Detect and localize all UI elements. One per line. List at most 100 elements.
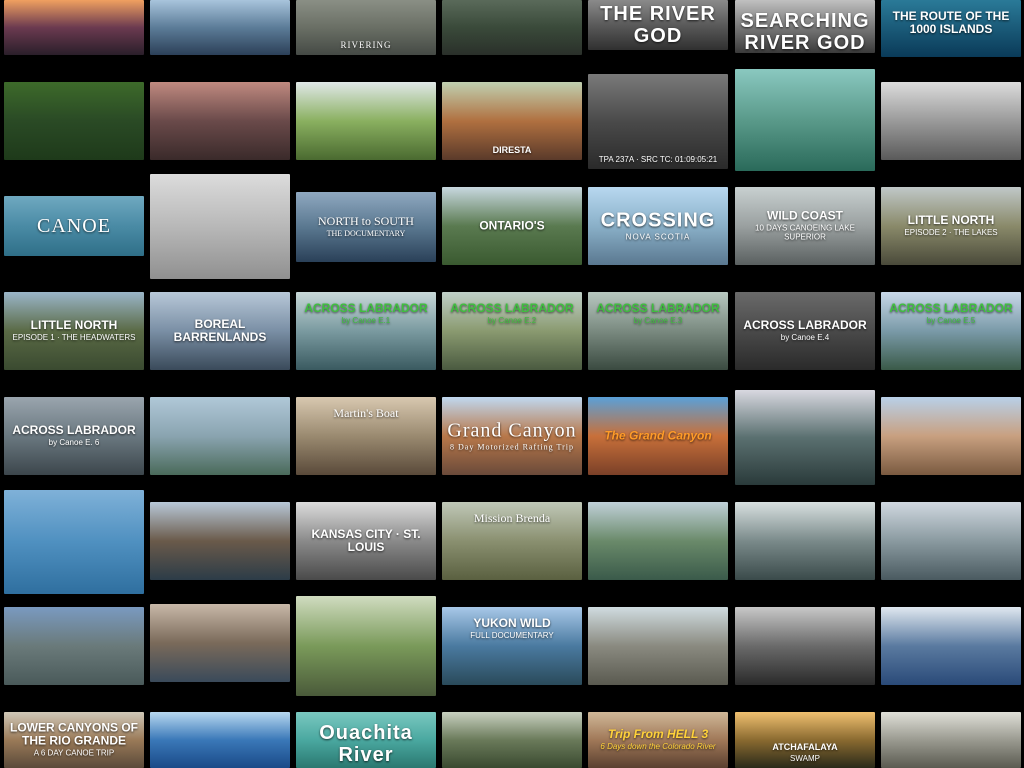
thumbnail-title: ACROSS LABRADOR by Canoe E.1 [300, 301, 432, 326]
thumbnail-subtitle: by Canoe E. 6 [48, 438, 100, 448]
thumbnail-title: ACROSS LABRADOR by Canoe E.2 [446, 301, 578, 326]
thumbnail-title: Grand Canyon 8 Day Motorized Rafting Trip [446, 420, 578, 453]
thumbnail-title-text: CANOE [37, 215, 111, 237]
video-thumbnail-misty-cliffs[interactable] [735, 502, 875, 580]
video-thumbnail-north-to-south[interactable]: NORTH to SOUTH THE DOCUMENTARY [296, 192, 436, 262]
thumbnail-title-text: RIVERING [340, 40, 392, 51]
thumbnail-title-text: ACROSS LABRADOR [743, 318, 867, 333]
thumbnail-title-text: BOREAL BARRENLANDS [173, 316, 267, 344]
video-thumbnail-across-labrador-2[interactable]: ACROSS LABRADOR by Canoe E.2 [442, 292, 582, 370]
video-thumbnail-red-kayaks[interactable] [735, 607, 875, 685]
video-thumbnail-ontarios[interactable]: ONTARIO'S [442, 187, 582, 265]
thumbnail-title: ACROSS LABRADOR by Canoe E.3 [592, 301, 724, 326]
video-thumbnail-atchafalaya-swamp[interactable]: ATCHAFALAYA SWAMP [735, 712, 875, 768]
thumbnail-title-text: WILD COAST [767, 208, 843, 223]
video-thumbnail-kayak-rapids[interactable] [150, 174, 290, 279]
video-thumbnail-across-labrador-3[interactable]: ACROSS LABRADOR by Canoe E.3 [588, 292, 728, 370]
video-thumbnail-diresta-canoe[interactable]: DIRESTA [442, 82, 582, 160]
video-thumbnail-grid: CANOE LITTLE NORTH EPISODE 1 · THE HEADWAT… [0, 0, 1024, 768]
video-thumbnail-glacier-camp[interactable] [4, 607, 144, 685]
thumbnail-title: Martin's Boat [300, 406, 432, 420]
thumbnail-title: LOWER CANYONS OF THE RIO GRANDE A 6 DAY C… [8, 721, 140, 758]
video-thumbnail-canoe-beach[interactable] [881, 397, 1021, 475]
video-thumbnail-paddler-poster[interactable] [150, 0, 290, 55]
video-thumbnail-route-1000-islands[interactable]: THE ROUTE OF THE 1000 ISLANDS [881, 0, 1021, 57]
thumbnail-subtitle: by Canoe E.5 [926, 316, 976, 326]
thumbnail-title-text: ONTARIO'S [479, 218, 545, 233]
video-thumbnail-crossing-nova-scotia[interactable]: CROSSING NOVA SCOTIA [588, 187, 728, 265]
thumbnail-column-5: THE RIVER GOD TPA 237A · SRC TC: 01:09:05… [588, 0, 728, 768]
video-thumbnail-river-islands[interactable] [4, 490, 144, 594]
thumbnail-title-text: SEARCHING RIVER GOD [740, 10, 870, 53]
thumbnail-subtitle: A 6 DAY CANOE TRIP [33, 748, 115, 758]
video-thumbnail-grand-canyon[interactable]: Grand Canyon 8 Day Motorized Rafting Trip [442, 397, 582, 475]
video-thumbnail-kayak-mangrove[interactable] [4, 82, 144, 160]
thumbnail-title: ACROSS LABRADOR by Canoe E.5 [885, 301, 1017, 326]
video-thumbnail-yukon-wild[interactable]: YUKON WILD FULL DOCUMENTARY [442, 607, 582, 685]
video-thumbnail-waterfall-cliffs[interactable] [150, 604, 290, 682]
thumbnail-title: KANSAS CITY · ST. LOUIS [300, 527, 432, 554]
thumbnail-title-text: Grand Canyon [447, 419, 577, 442]
video-thumbnail-riverside-picnic[interactable] [296, 596, 436, 696]
video-thumbnail-sea-island[interactable] [150, 712, 290, 768]
video-thumbnail-martins-boat[interactable]: Martin's Boat [296, 397, 436, 475]
thumbnail-title-text: The Grand Canyon [604, 428, 712, 443]
video-thumbnail-glacier-lake[interactable] [881, 607, 1021, 685]
video-thumbnail-river-god-bw[interactable]: TPA 237A · SRC TC: 01:09:05:21 [588, 74, 728, 169]
thumbnail-column-4: DIRESTA ONTARIO'S ACROSS LABRADOR by Canoe … [442, 0, 582, 768]
thumbnail-subtitle: SWAMP [790, 754, 820, 764]
thumbnail-title-text: ACROSS LABRADOR [450, 301, 574, 315]
video-thumbnail-canoe[interactable]: CANOE [4, 196, 144, 256]
video-thumbnail-whitewater-red[interactable] [150, 82, 290, 160]
video-thumbnail-flooded-forest[interactable] [881, 712, 1021, 768]
thumbnail-title: CANOE [8, 215, 140, 237]
thumbnail-title: The Grand Canyon [592, 429, 724, 442]
video-thumbnail-little-north-headwaters[interactable]: LITTLE NORTH EPISODE 1 · THE HEADWATERS [4, 292, 144, 370]
video-thumbnail-woman-boat[interactable] [881, 502, 1021, 580]
video-thumbnail-searching-river-god[interactable]: SEARCHING RIVER GODTHE JOURNEY CONTINUES [735, 0, 875, 53]
thumbnail-subtitle: 8 Day Motorized Rafting Trip [450, 442, 574, 452]
thumbnail-title: SEARCHING RIVER GODTHE JOURNEY CONTINUES [739, 10, 871, 53]
video-thumbnail-fisher-on-shore[interactable] [588, 607, 728, 685]
thumbnail-title-text: ATCHAFALAYA [772, 742, 838, 753]
video-thumbnail-canoes-river[interactable] [735, 69, 875, 171]
video-thumbnail-white-canoe-river[interactable] [588, 502, 728, 580]
video-thumbnail-little-north-lakes[interactable]: LITTLE NORTH EPISODE 2 · THE LAKES [881, 187, 1021, 265]
video-thumbnail-mission-brenda[interactable]: Mission Brenda [442, 502, 582, 580]
video-thumbnail-wild-coast[interactable]: WILD COAST 10 DAYS CANOEING LAKE SUPERIOR [735, 187, 875, 265]
video-thumbnail-canyon-river[interactable] [150, 502, 290, 580]
thumbnail-title-text: ACROSS LABRADOR [304, 301, 428, 315]
thumbnail-title-text: NORTH to SOUTH [318, 214, 414, 229]
video-thumbnail-green-canoe-shore[interactable] [150, 397, 290, 475]
thumbnail-subtitle: by Canoe E.1 [341, 316, 391, 326]
video-thumbnail-the-river-god[interactable]: THE RIVER GOD [588, 0, 728, 50]
video-thumbnail-across-labrador-6[interactable]: ACROSS LABRADOR by Canoe E. 6 [4, 397, 144, 475]
video-thumbnail-kansas-city-sign[interactable]: KANSAS CITY · ST. LOUIS [296, 502, 436, 580]
thumbnail-title: THE ROUTE OF THE 1000 ISLANDS [885, 9, 1017, 36]
video-thumbnail-across-labrador-4[interactable]: ACROSS LABRADOR by Canoe E.4 [735, 292, 875, 370]
thumbnail-title-text: ACROSS LABRADOR [12, 423, 136, 438]
thumbnail-title: WILD COAST 10 DAYS CANOEING LAKE SUPERIOR [739, 208, 871, 243]
video-thumbnail-rafting-grand-canyon[interactable]: The Grand Canyon [588, 397, 728, 475]
video-thumbnail-boreal-barrenlands[interactable]: BOREAL BARRENLANDS [150, 292, 290, 370]
video-thumbnail-waterfall-rocks[interactable] [442, 0, 582, 55]
thumbnail-title-text: LITTLE NORTH [907, 213, 995, 228]
video-thumbnail-forest-creek[interactable] [442, 712, 582, 768]
video-thumbnail-bear-meadow[interactable] [296, 82, 436, 160]
thumbnail-subtitle: 10 DAYS CANOEING LAKE SUPERIOR [755, 223, 855, 242]
thumbnail-title: ACROSS LABRADOR by Canoe E. 6 [8, 423, 140, 448]
thumbnail-title: BOREAL BARRENLANDS [154, 316, 286, 344]
video-thumbnail-misty-lake-poster[interactable] [881, 82, 1021, 160]
video-thumbnail-ouachita-river[interactable]: Ouachita River [296, 712, 436, 768]
video-thumbnail-rivering[interactable]: RIVERING [296, 0, 436, 55]
thumbnail-column-2: BOREAL BARRENLANDS [150, 0, 290, 768]
thumbnail-title: YUKON WILD FULL DOCUMENTARY [446, 616, 578, 641]
video-thumbnail-canoe-mountains[interactable] [735, 390, 875, 485]
video-thumbnail-across-labrador-5[interactable]: ACROSS LABRADOR by Canoe E.5 [881, 292, 1021, 370]
video-thumbnail-lower-canyons[interactable]: LOWER CANYONS OF THE RIO GRANDE A 6 DAY C… [4, 712, 144, 768]
video-thumbnail-sunset-lake[interactable] [4, 0, 144, 55]
video-thumbnail-across-labrador-1[interactable]: ACROSS LABRADOR by Canoe E.1 [296, 292, 436, 370]
thumbnail-column-1: CANOE LITTLE NORTH EPISODE 1 · THE HEADWAT… [4, 0, 144, 768]
video-thumbnail-trip-from-hell[interactable]: Trip From HELL 36 Days down the Colorado… [588, 712, 728, 768]
thumbnail-title: ONTARIO'S [446, 219, 578, 232]
